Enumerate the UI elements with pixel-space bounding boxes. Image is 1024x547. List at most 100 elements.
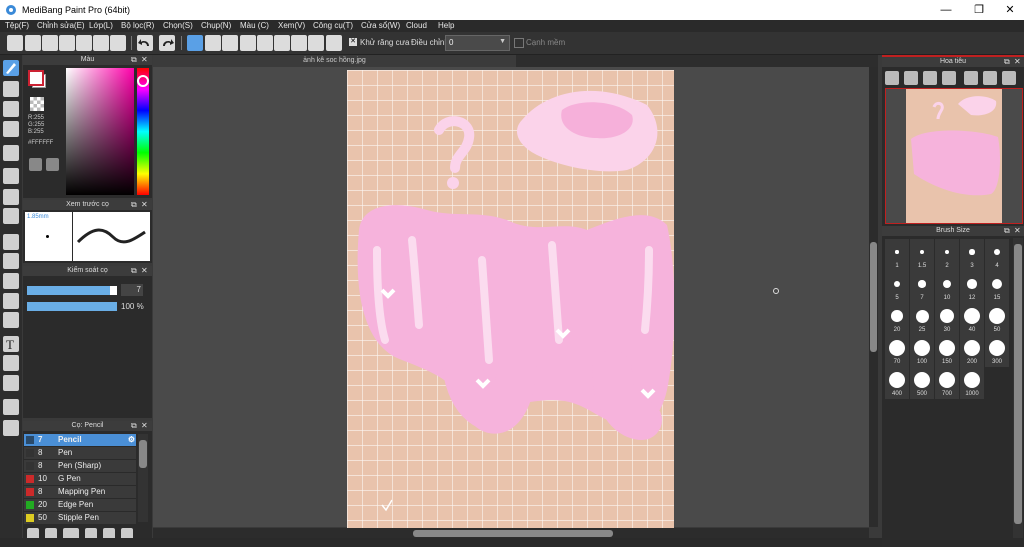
brush-list-item[interactable]: 8 Pen (24, 447, 136, 460)
undock-icon[interactable]: ⧉ (131, 422, 139, 430)
radial-snap-icon[interactable] (257, 35, 273, 51)
brush-size-cell[interactable]: 1000 (960, 367, 984, 399)
undock-icon[interactable]: ⧉ (131, 56, 139, 64)
adjust-dropdown[interactable]: 0 ▼ (445, 35, 510, 51)
operation-tool-icon[interactable] (3, 355, 19, 371)
fill-shape-tool-icon[interactable] (3, 168, 19, 184)
primary-color-swatch[interactable] (28, 70, 44, 86)
brush-size-cell[interactable]: 400 (885, 367, 909, 399)
brush-size-cell[interactable]: 2 (935, 239, 959, 271)
brush-size-scrollbar[interactable] (1013, 238, 1023, 538)
close-icon[interactable]: ✕ (141, 201, 149, 209)
brush-list-item[interactable]: 10 G Pen (24, 473, 136, 486)
menu-view[interactable]: Xem(V) (278, 21, 305, 30)
brush-list-item[interactable]: 8 Mapping Pen (24, 486, 136, 499)
navigator-preview[interactable] (885, 88, 1023, 224)
menu-layer[interactable]: Lớp(L) (89, 21, 113, 30)
menu-select[interactable]: Chọn(S) (163, 21, 193, 30)
select-tool-icon[interactable] (3, 234, 19, 250)
rectangle-tool-icon[interactable] (3, 101, 19, 117)
hue-slider[interactable] (137, 68, 149, 195)
lasso-tool-icon[interactable] (3, 253, 19, 269)
undock-icon[interactable]: ⧉ (1004, 227, 1012, 235)
brush-list-item[interactable]: 7 Pencil ⚙ (24, 434, 136, 447)
brush-tool-icon[interactable] (3, 60, 19, 76)
brush-size-cell[interactable]: 40 (960, 303, 984, 335)
undo-icon[interactable] (137, 35, 153, 51)
move-tool-icon[interactable] (3, 145, 19, 161)
rotate-left-icon[interactable] (964, 71, 978, 85)
opacity-slider[interactable] (27, 302, 117, 311)
brush-size-cell[interactable]: 700 (935, 367, 959, 399)
brush-size-cell[interactable]: 1 (885, 239, 909, 271)
brush-size-cell[interactable]: 20 (885, 303, 909, 335)
brush-size-cell[interactable]: 10 (935, 271, 959, 303)
redo-icon[interactable] (159, 35, 175, 51)
canvas-horizontal-scroll-thumb[interactable] (413, 530, 613, 537)
transparent-color-swatch[interactable] (30, 97, 44, 111)
brush-size-cell[interactable]: 50 (985, 303, 1009, 335)
brush-size-cell[interactable]: 70 (885, 335, 909, 367)
brush-size-cell[interactable]: 1.5 (910, 239, 934, 271)
canvas-vertical-scrollbar[interactable] (869, 67, 878, 527)
brush-list-scrollbar[interactable] (138, 434, 148, 522)
brush-size-cell[interactable]: 30 (935, 303, 959, 335)
brush-size-cell[interactable]: 3 (960, 239, 984, 271)
cloud-icon[interactable] (7, 35, 23, 51)
hand-tool-icon[interactable] (3, 420, 19, 436)
document-tab[interactable]: ảnh kê soc hồng.jpg (153, 55, 516, 67)
brush-size-value[interactable]: 7 (121, 284, 143, 296)
brush-size-cell[interactable]: 150 (935, 335, 959, 367)
antialias-checkbox[interactable]: ✕ (349, 38, 357, 46)
cross-snap-icon[interactable] (222, 35, 238, 51)
dropper-tool-icon[interactable] (3, 399, 19, 415)
brush-size-cell[interactable]: 25 (910, 303, 934, 335)
brush-size-cell[interactable]: 300 (985, 335, 1009, 367)
brush-size-cell[interactable]: 200 (960, 335, 984, 367)
brush-size-scroll-thumb[interactable] (1014, 244, 1022, 524)
page-icon[interactable] (76, 35, 92, 51)
eyedropper-tool-icon[interactable] (3, 375, 19, 391)
color-picker-icon[interactable] (46, 158, 59, 171)
dot-tool-icon[interactable] (3, 121, 19, 137)
canvas-horizontal-scrollbar[interactable] (153, 528, 869, 538)
brush-size-cell[interactable]: 4 (985, 239, 1009, 271)
text-tool-icon[interactable]: T (3, 336, 19, 352)
menu-help[interactable]: Help (438, 21, 454, 30)
palette-icon[interactable] (29, 158, 42, 171)
zoom-out-icon[interactable] (904, 71, 918, 85)
fit-icon[interactable] (923, 71, 937, 85)
close-icon[interactable]: ✕ (141, 422, 149, 430)
close-icon[interactable]: ✕ (1014, 227, 1022, 235)
brush-size-cell[interactable]: 7 (910, 271, 934, 303)
zoom-in-icon[interactable] (885, 71, 899, 85)
menu-file[interactable]: Tệp(F) (5, 21, 29, 30)
document-canvas[interactable] (347, 70, 674, 528)
brush-size-slider[interactable] (27, 286, 117, 295)
menu-cloud[interactable]: Cloud (406, 21, 427, 30)
hue-handle[interactable] (137, 75, 149, 87)
soft-edge-checkbox[interactable] (514, 38, 524, 48)
eraser-tool-icon[interactable] (3, 81, 19, 97)
menu-capture[interactable]: Chụp(N) (201, 21, 231, 30)
menu-color[interactable]: Màu (C) (240, 21, 269, 30)
gradient-tool-icon[interactable] (3, 208, 19, 224)
no-snap-icon[interactable] (187, 35, 203, 51)
saturation-value-picker[interactable] (66, 68, 134, 195)
comment-icon[interactable] (42, 35, 58, 51)
brush-size-cell[interactable]: 500 (910, 367, 934, 399)
upload-icon[interactable] (25, 35, 41, 51)
brush-size-cell[interactable]: 100 (910, 335, 934, 367)
bucket-tool-icon[interactable] (3, 189, 19, 205)
undock-icon[interactable]: ⧉ (1004, 58, 1012, 66)
page-list-icon[interactable] (93, 35, 109, 51)
menu-filter[interactable]: Bộ lọc(R) (121, 21, 154, 30)
brush-size-cell[interactable]: 12 (960, 271, 984, 303)
parallel-snap-icon[interactable] (205, 35, 221, 51)
canvas-vertical-scroll-thumb[interactable] (870, 242, 877, 352)
menu-edit[interactable]: Chỉnh sửa(E) (37, 21, 85, 30)
close-icon[interactable]: ✕ (1014, 58, 1022, 66)
brush-list-item[interactable]: 8 Pen (Sharp) (24, 460, 136, 473)
menu-window[interactable]: Cửa sổ(W) (361, 21, 400, 30)
circle-snap-icon[interactable] (274, 35, 290, 51)
